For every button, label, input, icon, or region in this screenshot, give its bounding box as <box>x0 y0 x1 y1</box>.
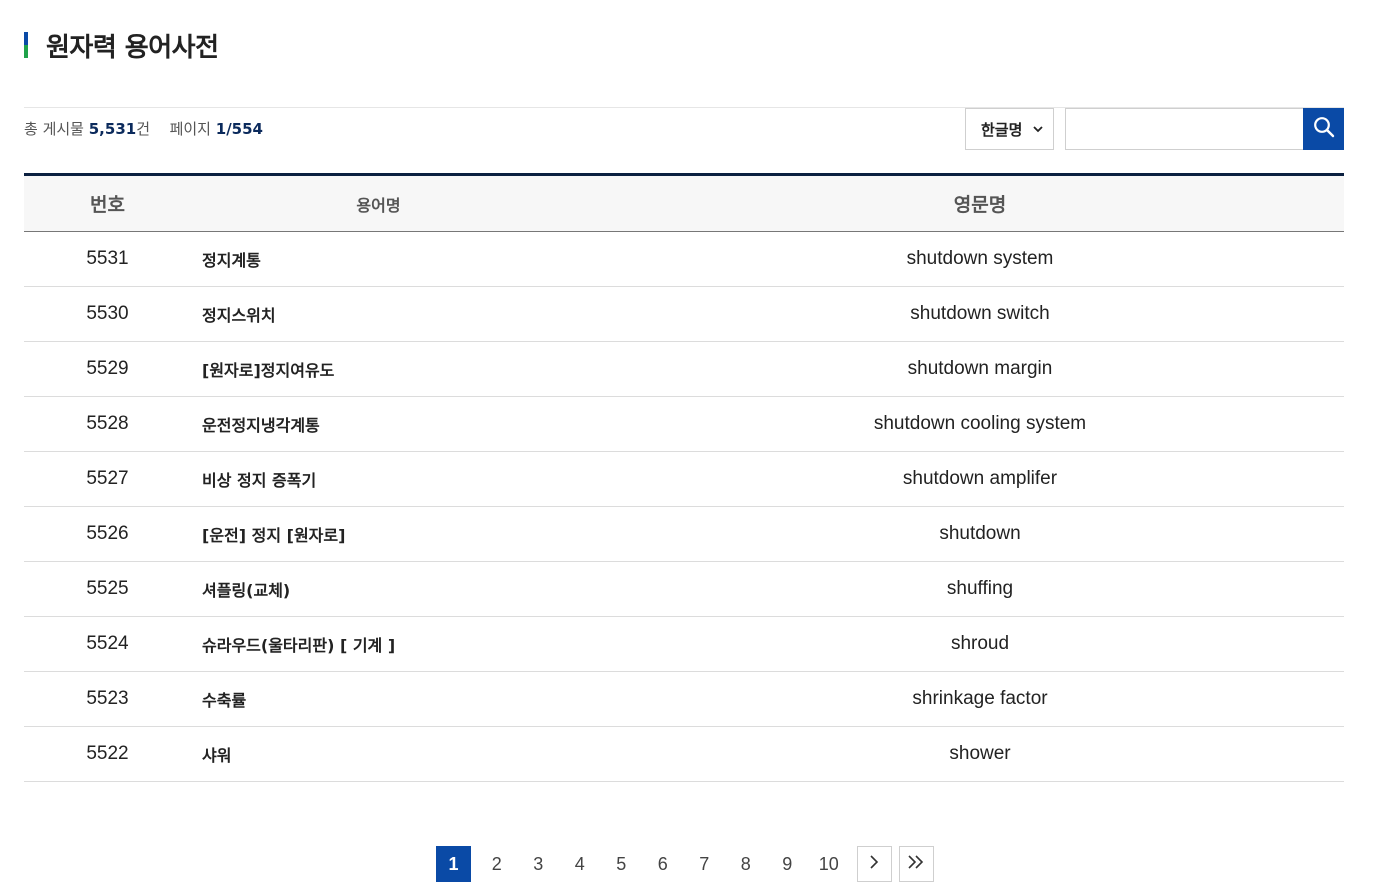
row-term-link[interactable]: 슈라우드(울타리판) [ 기계 ] <box>191 617 616 672</box>
page-link[interactable]: 8 <box>725 846 767 882</box>
page-link[interactable]: 10 <box>808 846 850 882</box>
page-link[interactable]: 9 <box>767 846 809 882</box>
table-row[interactable]: 5529 [원자로]정지여유도 shutdown margin <box>24 342 1344 397</box>
page-1-current[interactable]: 1 <box>436 846 471 882</box>
row-term-link[interactable]: [원자로]정지여유도 <box>191 342 616 397</box>
header-number: 번호 <box>24 173 191 232</box>
table-row[interactable]: 5522 샤워 shower <box>24 727 1344 782</box>
search-icon <box>1313 116 1335 142</box>
pagination: 1 2 3 4 5 6 7 8 9 10 <box>436 846 934 882</box>
table-row[interactable]: 5524 슈라우드(울타리판) [ 기계 ] shroud <box>24 617 1344 672</box>
row-english: shuffing <box>946 578 1014 599</box>
row-number: 5527 <box>86 468 129 489</box>
row-english: shroud <box>950 633 1010 654</box>
table-row[interactable]: 5530 정지스위치 shutdown switch <box>24 287 1344 342</box>
row-english: shutdown margin <box>907 358 1053 379</box>
table-row[interactable]: 5525 셔플링(교체) shuffing <box>24 562 1344 617</box>
row-number: 5529 <box>86 358 129 379</box>
page-link[interactable]: 6 <box>642 846 684 882</box>
row-english: shower <box>949 743 1011 764</box>
table-row[interactable]: 5531 정지계통 shutdown system <box>24 232 1344 287</box>
total-unit: 건 <box>136 120 151 138</box>
header-term: 용어명 <box>191 173 616 232</box>
page-link[interactable]: 5 <box>601 846 643 882</box>
page-label: 페이지 <box>169 120 211 138</box>
row-number: 5530 <box>86 303 129 324</box>
page-link[interactable]: 7 <box>684 846 726 882</box>
table-header-row: 번호 용어명 영문명 <box>24 173 1344 232</box>
row-term-link[interactable]: 수축률 <box>191 672 616 727</box>
row-term-link[interactable]: 샤워 <box>191 727 616 782</box>
chevron-down-icon <box>1033 123 1043 136</box>
total-label: 총 게시물 <box>24 120 84 138</box>
table-row[interactable]: 5526 [운전] 정지 [원자로] shutdown <box>24 507 1344 562</box>
row-number: 5528 <box>86 413 129 434</box>
page-title: 원자력 용어사전 <box>46 32 219 63</box>
board-summary: 총 게시물 5,531건 페이지 1/554 <box>24 118 263 139</box>
row-english: shrinkage factor <box>912 688 1048 709</box>
page-link[interactable]: 3 <box>518 846 560 882</box>
row-number: 5526 <box>86 523 129 544</box>
row-english: shutdown amplifer <box>902 468 1058 489</box>
row-number: 5523 <box>86 688 129 709</box>
search-input[interactable] <box>1065 108 1303 150</box>
header-english: 영문명 <box>616 173 1344 232</box>
row-number: 5522 <box>86 743 129 764</box>
row-english: shutdown system <box>906 248 1054 269</box>
page-title-area: 원자력 용어사전 <box>24 28 219 63</box>
table-row[interactable]: 5528 운전정지냉각계통 shutdown cooling system <box>24 397 1344 452</box>
search-button[interactable] <box>1303 108 1344 150</box>
row-english: shutdown <box>939 523 1021 544</box>
row-number: 5524 <box>86 633 129 654</box>
row-number: 5525 <box>86 578 129 599</box>
row-term-link[interactable]: 운전정지냉각계통 <box>191 397 616 452</box>
page-value: 1/554 <box>215 120 263 138</box>
chevron-right-icon <box>869 854 879 874</box>
table-row[interactable]: 5527 비상 정지 증폭기 shutdown amplifer <box>24 452 1344 507</box>
next-page-button[interactable] <box>856 846 892 882</box>
row-term-link[interactable]: 정지스위치 <box>191 287 616 342</box>
last-page-button[interactable] <box>898 846 934 882</box>
row-term-link[interactable]: 셔플링(교체) <box>191 562 616 617</box>
search-type-select[interactable]: 한글명 <box>965 108 1054 150</box>
total-count: 5,531 <box>88 120 137 138</box>
row-english: shutdown switch <box>910 303 1050 324</box>
row-term-link[interactable]: [운전] 정지 [원자로] <box>191 507 616 562</box>
row-english: shutdown cooling system <box>873 413 1087 434</box>
double-chevron-right-icon <box>907 854 925 874</box>
row-term-link[interactable]: 정지계통 <box>191 232 616 287</box>
page-link[interactable]: 2 <box>476 846 518 882</box>
table-row[interactable]: 5523 수축률 shrinkage factor <box>24 672 1344 727</box>
term-table: 번호 용어명 영문명 5531 정지계통 shutdown system 553… <box>24 173 1344 782</box>
row-number: 5531 <box>86 248 129 269</box>
title-accent-bar <box>24 32 28 58</box>
row-term-link[interactable]: 비상 정지 증폭기 <box>191 452 616 507</box>
search-type-value: 한글명 <box>981 120 1023 139</box>
page-link[interactable]: 4 <box>559 846 601 882</box>
